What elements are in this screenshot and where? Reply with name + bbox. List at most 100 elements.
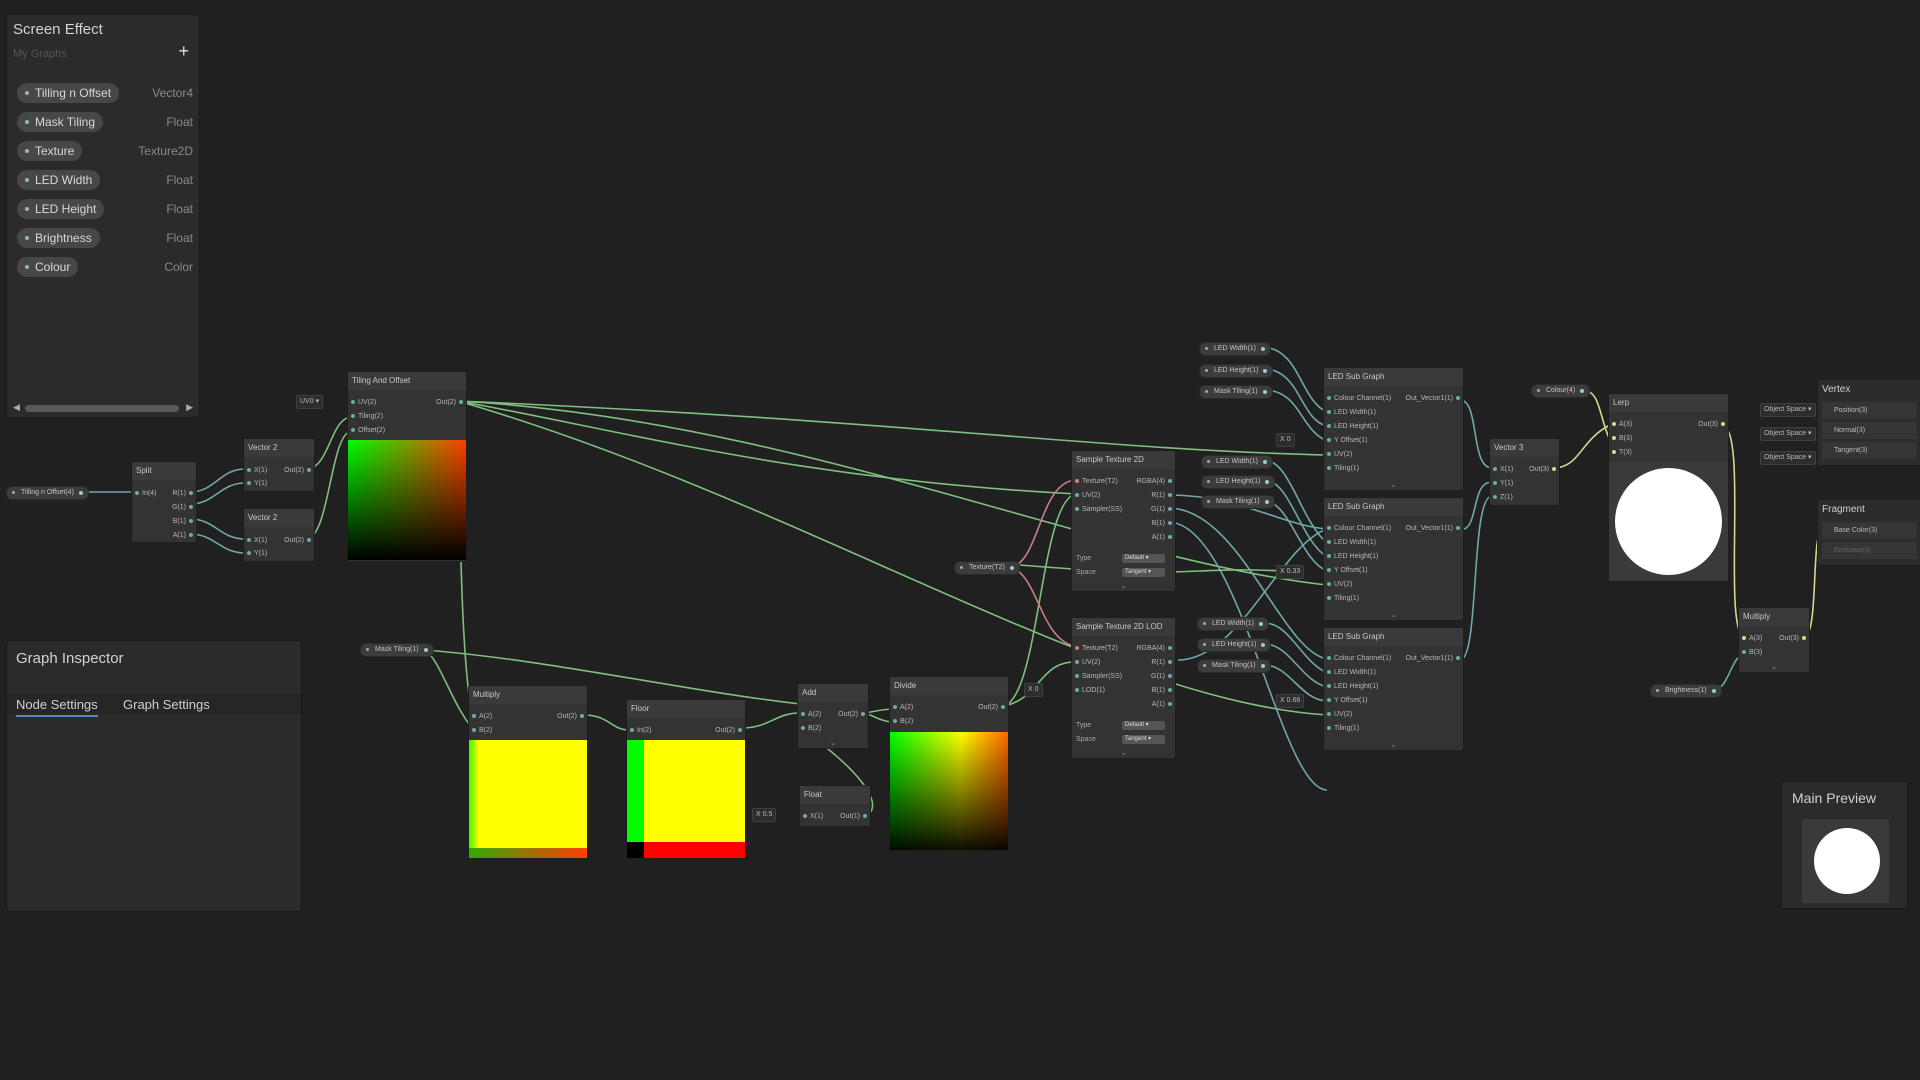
input-port[interactable]: Colour Channel(1)	[1324, 524, 1391, 533]
split-node[interactable]: Split In(4) R(1) G(1) B(1) A(1)	[131, 461, 197, 543]
tab-graph-settings[interactable]: Graph Settings	[123, 697, 210, 712]
input-port[interactable]: A(2)	[469, 712, 492, 721]
input-port[interactable]: B(2)	[890, 717, 913, 726]
output-port[interactable]: A(1)	[1152, 700, 1175, 709]
scroll-left-icon[interactable]: ◀	[13, 402, 20, 413]
led-sub-graph-node[interactable]: LED Sub Graph Colour Channel(1) LED Widt…	[1323, 367, 1464, 491]
input-port[interactable]: Colour Channel(1)	[1324, 394, 1391, 403]
float-value-field[interactable]: X 0.5	[752, 808, 777, 822]
vector3-node[interactable]: Vector 3 X(1) Y(1) Z(1) Out(3)	[1489, 438, 1560, 506]
input-port[interactable]: LED Width(1)	[1324, 668, 1376, 677]
property-pill[interactable]: LED Width	[17, 170, 101, 190]
output-port[interactable]: R(1)	[1151, 658, 1175, 667]
port-dot-icon[interactable]	[1264, 500, 1269, 504]
scroll-right-icon[interactable]: ▶	[186, 402, 193, 413]
input-port[interactable]: LED Width(1)	[1324, 408, 1376, 417]
position-slot[interactable]: Position(3)	[1822, 402, 1917, 419]
port-dot-icon[interactable]	[1261, 643, 1266, 647]
lerp-node[interactable]: Lerp A(3) B(3) T(3) Out(3)	[1608, 393, 1729, 582]
output-port[interactable]: G(1)	[1151, 672, 1175, 681]
collapse-chevron-icon[interactable]: ⌄	[1739, 664, 1809, 672]
port-dot-icon[interactable]	[1580, 389, 1585, 393]
input-port[interactable]: X(1)	[244, 536, 267, 545]
led-sub-graph-node[interactable]: LED Sub Graph Colour Channel(1) LED Widt…	[1323, 497, 1464, 621]
property-row[interactable]: Mask Tiling Float	[17, 112, 193, 132]
output-port[interactable]: Out(1)	[840, 812, 870, 821]
input-port[interactable]: A(3)	[1609, 420, 1632, 429]
vector2-node[interactable]: Vector 2 X(1) Y(1) Out(2)	[243, 508, 315, 562]
property-pill[interactable]: Colour	[17, 257, 79, 277]
output-port[interactable]: G(1)	[172, 503, 196, 512]
input-port[interactable]: T(3)	[1609, 448, 1632, 457]
property-row[interactable]: Texture Texture2D	[17, 141, 193, 161]
output-port[interactable]: Out(2)	[557, 712, 587, 721]
space-dropdown[interactable]: Object Space ▾	[1760, 403, 1816, 417]
output-port[interactable]: B(1)	[1152, 686, 1175, 695]
input-port[interactable]: X(1)	[244, 466, 267, 475]
tiling-and-offset-node[interactable]: Tiling And Offset UV(2) Tiling(2) Offset…	[347, 371, 467, 562]
input-port[interactable]: Y(1)	[244, 479, 267, 488]
uv-channel-dropdown[interactable]: UV0 ▾	[296, 395, 324, 409]
mask-tiling-property-node[interactable]: Mask Tiling(1)	[1197, 659, 1271, 673]
port-dot-icon[interactable]	[78, 491, 83, 495]
collapse-chevron-icon[interactable]: ⌄	[1072, 750, 1175, 758]
property-pill[interactable]: Tilling n Offset	[17, 83, 120, 103]
input-port[interactable]: X(1)	[800, 812, 823, 821]
input-port[interactable]: B(2)	[798, 724, 821, 733]
port-dot-icon[interactable]	[423, 648, 428, 652]
output-port[interactable]: A(1)	[173, 531, 196, 540]
output-port[interactable]: Out_Vector1(1)	[1406, 394, 1463, 403]
input-port[interactable]: LED Height(1)	[1324, 552, 1378, 561]
input-port[interactable]: X(1)	[1490, 465, 1513, 474]
mask-tiling-property-node[interactable]: Mask Tiling(1)	[1201, 495, 1275, 509]
input-port[interactable]: UV(2)	[1324, 580, 1352, 589]
y-offset-field[interactable]: X 0	[1276, 433, 1295, 447]
output-port[interactable]: A(1)	[1152, 533, 1175, 542]
normal-slot[interactable]: Normal(3)	[1822, 422, 1917, 439]
input-port[interactable]: UV(2)	[1324, 450, 1352, 459]
output-port[interactable]: RGBA(4)	[1137, 477, 1175, 486]
property-row[interactable]: Brightness Float	[17, 228, 193, 248]
input-port[interactable]: B(3)	[1609, 434, 1632, 443]
input-port[interactable]: Tiling(2)	[348, 412, 383, 421]
input-port[interactable]: LED Width(1)	[1324, 538, 1376, 547]
mask-tiling-property-node[interactable]: Mask Tiling(1)	[360, 643, 434, 657]
brightness-property-node[interactable]: Brightness(1)	[1650, 684, 1722, 698]
output-port[interactable]: Out_Vector1(1)	[1406, 654, 1463, 663]
output-port[interactable]: Out(2)	[436, 398, 466, 407]
input-port[interactable]: UV(2)	[1072, 658, 1100, 667]
input-port[interactable]: Y Offset(1)	[1324, 696, 1368, 705]
float-node[interactable]: Float X(1) Out(1)	[799, 785, 871, 827]
colour-property-node[interactable]: Colour(4)	[1531, 384, 1591, 398]
sample-texture-2d-node[interactable]: Sample Texture 2D Texture(T2) UV(2) Samp…	[1071, 450, 1176, 592]
led-width-property-node[interactable]: LED Width(1)	[1201, 455, 1274, 469]
input-port[interactable]: B(2)	[469, 726, 492, 735]
input-port[interactable]: Offset(2)	[348, 426, 385, 435]
input-port[interactable]: Y Offset(1)	[1324, 566, 1368, 575]
output-port[interactable]: B(1)	[173, 517, 196, 526]
output-port[interactable]: Out(2)	[838, 710, 868, 719]
multiply-node[interactable]: Multiply A(3) B(3) Out(3) ⌄	[1738, 607, 1810, 673]
input-port[interactable]: Sampler(SS)	[1072, 505, 1122, 514]
output-port[interactable]: Out(2)	[715, 726, 745, 735]
port-dot-icon[interactable]	[1009, 566, 1014, 570]
space-dropdown[interactable]: Tangent ▾	[1122, 568, 1165, 577]
y-offset-field[interactable]: X 0.33	[1276, 565, 1305, 579]
input-port[interactable]: In(2)	[627, 726, 651, 735]
output-port[interactable]: Out(2)	[978, 703, 1008, 712]
input-port[interactable]: Y(1)	[1490, 479, 1513, 488]
property-pill[interactable]: Brightness	[17, 228, 100, 248]
input-port[interactable]: Tiling(1)	[1324, 464, 1359, 473]
led-sub-graph-node[interactable]: LED Sub Graph Colour Channel(1) LED Widt…	[1323, 627, 1464, 751]
led-width-property-node[interactable]: LED Width(1)	[1197, 617, 1270, 631]
tangent-slot[interactable]: Tangent(3)	[1822, 442, 1917, 459]
floor-node[interactable]: Floor In(2) Out(2)	[626, 699, 746, 859]
input-port[interactable]: Colour Channel(1)	[1324, 654, 1391, 663]
scroll-thumb[interactable]	[25, 405, 179, 412]
mask-tiling-property-node[interactable]: Mask Tiling(1)	[1199, 385, 1273, 399]
led-height-property-node[interactable]: LED Height(1)	[1201, 475, 1276, 489]
multiply-node[interactable]: Multiply A(2) B(2) Out(2)	[468, 685, 588, 859]
add-property-button[interactable]: +	[178, 41, 189, 62]
texture-property-node[interactable]: Texture(T2)	[954, 561, 1020, 575]
led-width-property-node[interactable]: LED Width(1)	[1199, 342, 1272, 356]
